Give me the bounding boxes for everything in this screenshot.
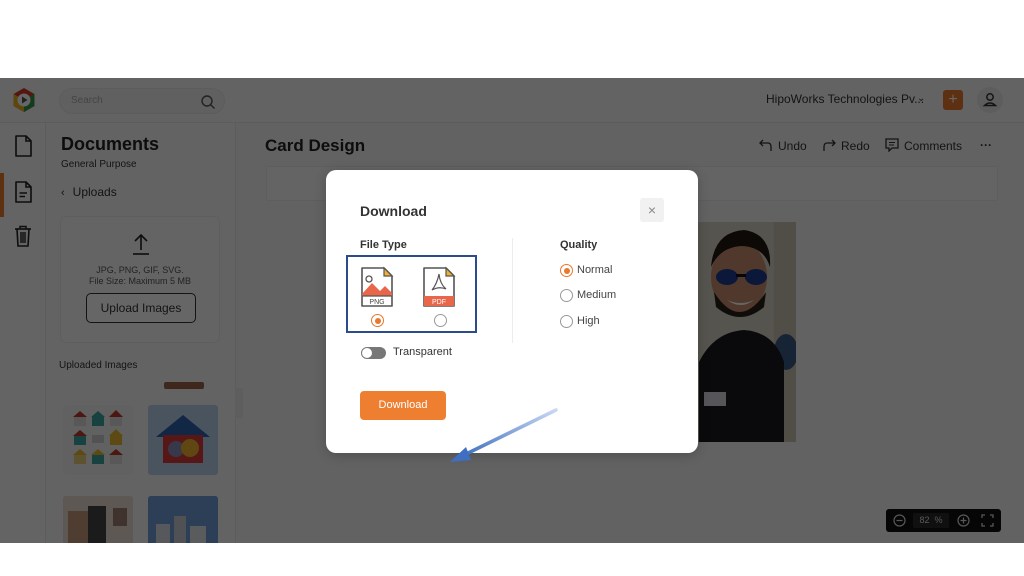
section-divider <box>512 238 513 343</box>
dialog-title: Download <box>360 203 427 219</box>
quality-normal-radio[interactable] <box>560 264 573 277</box>
quality-normal-label[interactable]: Normal <box>577 264 612 276</box>
transparent-toggle[interactable] <box>361 347 386 359</box>
png-text: PNG <box>369 299 384 306</box>
png-file-icon[interactable]: PNG <box>360 266 394 308</box>
file-type-label: File Type <box>360 239 407 251</box>
pdf-text: PDF <box>432 299 446 306</box>
app-window: Search HipoWorks Technologies Pv... ⌄ + <box>0 78 1024 543</box>
download-button[interactable]: Download <box>360 391 446 420</box>
quality-high-label[interactable]: High <box>577 315 600 327</box>
annotation-arrow-icon <box>450 408 558 462</box>
pdf-radio[interactable] <box>434 314 447 327</box>
transparent-label: Transparent <box>393 346 452 358</box>
quality-label: Quality <box>560 239 598 251</box>
pdf-file-icon[interactable]: PDF <box>422 266 456 308</box>
close-icon: × <box>647 202 657 218</box>
quality-medium-label[interactable]: Medium <box>577 289 616 301</box>
quality-medium-radio[interactable] <box>560 289 573 302</box>
file-type-highlight: PNG PDF <box>346 255 477 333</box>
close-button[interactable]: × <box>640 198 664 222</box>
png-radio[interactable] <box>371 314 384 327</box>
quality-high-radio[interactable] <box>560 315 573 328</box>
